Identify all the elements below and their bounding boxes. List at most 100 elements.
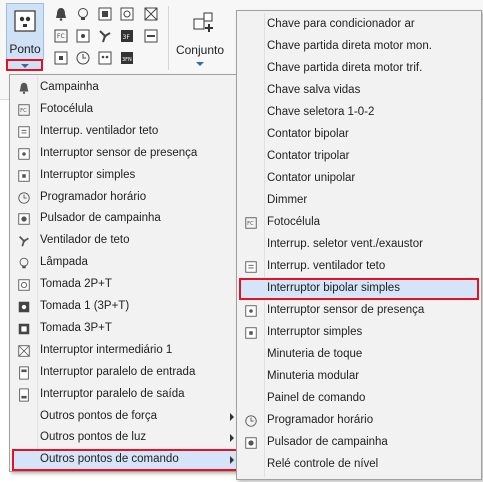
- bell-icon[interactable]: [52, 5, 70, 23]
- menu-item-interruptor-intermediario-1[interactable]: Interruptor intermediário 1: [12, 340, 240, 362]
- switch-icon[interactable]: [96, 5, 114, 23]
- push-button-icon: [243, 435, 259, 451]
- menu-item-chave-salva-vidas[interactable]: Chave salva vidas: [239, 80, 479, 102]
- menu-item-label: Pulsador de campainha: [40, 212, 161, 225]
- conjunto-button[interactable]: Conjunto: [174, 3, 226, 73]
- outlet-3pt-icon[interactable]: 3FN: [118, 49, 136, 67]
- menu-item-label: Dimmer: [267, 194, 308, 206]
- menu-item-label: Interruptor paralelo de entrada: [40, 365, 196, 378]
- parallel-switch-in-icon: [16, 365, 32, 381]
- menu-item-interrup-seletor-vent-exaustor[interactable]: Interrup. seletor vent./exaustor: [239, 234, 479, 256]
- menu-item-label: Interruptor paralelo de saída: [40, 387, 185, 400]
- menu-item-interruptor-bipolar-simples[interactable]: Interruptor bipolar simples: [239, 278, 479, 300]
- submenu-arrow-icon: [230, 456, 234, 465]
- menu-item-label: Outros pontos de força: [40, 409, 157, 422]
- menu-item-label: Minuteria de toque: [267, 348, 363, 360]
- menu-item-fotocelula[interactable]: FC Fotocélula: [12, 99, 240, 121]
- ceiling-fan-icon[interactable]: [96, 27, 114, 45]
- svg-text:FC: FC: [247, 221, 254, 227]
- menu-item-pulsador-de-campainha[interactable]: Pulsador de campainha: [12, 208, 240, 230]
- parallel-switch-out-icon: [16, 387, 32, 403]
- conjunto-label: Conjunto: [175, 43, 225, 57]
- menu-item-label: Interruptor bipolar simples: [267, 282, 400, 294]
- ponto-dropdown-button[interactable]: [6, 59, 43, 71]
- menu-item-chave-seletora-1-0-2[interactable]: Chave seletora 1-0-2: [239, 102, 479, 124]
- menu-item-label: Contator tripolar: [267, 150, 350, 162]
- menu-item-chave-partida-direta-motor-trif[interactable]: Chave partida direta motor trif.: [239, 58, 479, 80]
- menu-item-outros-pontos-de-comando[interactable]: Outros pontos de comando: [12, 449, 240, 472]
- switch-icon: [16, 168, 32, 184]
- ceiling-fan-icon: [16, 233, 32, 249]
- menu-item-contator-unipolar[interactable]: Contator unipolar: [239, 168, 479, 190]
- lamp-icon[interactable]: [74, 5, 92, 23]
- menu-item-label: Contator unipolar: [267, 172, 356, 184]
- menu-item-interruptor-simples[interactable]: Interruptor simples: [239, 322, 479, 344]
- menu-item-painel-de-comando[interactable]: Painel de comando: [239, 388, 479, 410]
- menu-item-rele-controle-de-nivel[interactable]: Relé controle de nível: [239, 454, 479, 476]
- menu-item-label: Interruptor sensor de presença: [40, 146, 198, 159]
- menu-item-chave-para-condicionador-ar[interactable]: Chave para condicionador ar: [239, 14, 479, 36]
- menu-item-label: Interrup. ventilador teto: [40, 124, 159, 137]
- menu-item-lampada[interactable]: Lâmpada: [12, 252, 240, 274]
- menu-item-campainha[interactable]: Campainha: [12, 77, 240, 99]
- photocell-icon[interactable]: FC: [52, 27, 70, 45]
- menu-item-interruptor-sensor-de-presenca[interactable]: Interruptor sensor de presença: [12, 143, 240, 165]
- comando-submenu: Chave para condicionador ar Chave partida…: [236, 10, 482, 480]
- svg-text:3FN: 3FN: [122, 57, 132, 63]
- menu-item-interruptor-paralelo-de-saida[interactable]: Interruptor paralelo de saída: [12, 384, 240, 406]
- timer-icon: [243, 413, 259, 429]
- menu-item-minuteria-modular[interactable]: Minuteria modular: [239, 366, 479, 388]
- menu-item-outros-pontos-de-luz[interactable]: Outros pontos de luz: [12, 427, 240, 449]
- menu-item-label: Relé controle de nível: [267, 458, 379, 470]
- menu-item-contator-tripolar[interactable]: Contator tripolar: [239, 146, 479, 168]
- parallel-switch-in-icon[interactable]: [142, 27, 160, 45]
- menu-item-tomada-2p-t[interactable]: Tomada 2P+T: [12, 274, 240, 296]
- outlet-icon[interactable]: [118, 5, 136, 23]
- menu-item-label: Campainha: [40, 81, 99, 93]
- menu-item-label: Tomada 1 (3P+T): [40, 300, 130, 312]
- menu-item-programador-horario[interactable]: Programador horário: [239, 410, 479, 432]
- outlet-icon[interactable]: [96, 49, 114, 67]
- menu-item-label: Minuteria modular: [267, 370, 360, 382]
- menu-item-label: Outros pontos de comando: [40, 453, 179, 466]
- timer-icon[interactable]: [74, 49, 92, 67]
- menu-item-interruptor-paralelo-de-entrada[interactable]: Interruptor paralelo de entrada: [12, 362, 240, 384]
- menu-item-tomada-3p-t[interactable]: Tomada 3P+T: [12, 318, 240, 340]
- menu-item-label: Interruptor sensor de presença: [267, 304, 425, 316]
- bell-icon: [16, 80, 32, 96]
- menu-item-label: Tomada 2P+T: [40, 278, 112, 291]
- menu-item-label: Chave seletora 1-0-2: [267, 106, 375, 118]
- menu-item-chave-partida-direta-motor-mon[interactable]: Chave partida direta motor mon.: [239, 36, 479, 58]
- menu-item-label: Programador horário: [40, 190, 147, 203]
- outlet-3p-icon[interactable]: 3F: [118, 27, 136, 45]
- svg-text:3F: 3F: [123, 34, 131, 41]
- photocell-icon: FC: [16, 102, 32, 118]
- menu-item-dimmer[interactable]: Dimmer: [239, 190, 479, 212]
- menu-item-ventilador-de-teto[interactable]: Ventilador de teto: [12, 230, 240, 252]
- menu-item-label: Interrup. seletor vent./exaustor: [267, 238, 423, 250]
- menu-item-interrup-ventilador-teto[interactable]: Interrup. ventilador teto: [12, 121, 240, 143]
- submenu-arrow-icon: [230, 412, 234, 421]
- intermediate-switch-icon[interactable]: [142, 5, 160, 23]
- menu-item-minuteria-de-toque[interactable]: Minuteria de toque: [239, 344, 479, 366]
- menu-item-label: Chave partida direta motor trif.: [267, 62, 423, 74]
- menu-item-outros-pontos-de-forca[interactable]: Outros pontos de força: [12, 406, 240, 428]
- menu-item-fotocelula[interactable]: FC Fotocélula: [239, 212, 479, 234]
- menu-item-pulsador-de-campainha[interactable]: Pulsador de campainha: [239, 432, 479, 454]
- menu-item-programador-horario[interactable]: Programador horário: [12, 187, 240, 209]
- menu-item-interrup-ventilador-teto[interactable]: Interrup. ventilador teto: [239, 256, 479, 278]
- menu-item-interruptor-simples[interactable]: Interruptor simples: [12, 165, 240, 187]
- photocell-icon: FC: [243, 215, 259, 231]
- menu-item-label: Chave para condicionador ar: [267, 18, 415, 30]
- intermediate-switch-icon: [16, 343, 32, 359]
- menu-item-contator-bipolar[interactable]: Contator bipolar: [239, 124, 479, 146]
- ponto-button[interactable]: Ponto: [6, 3, 44, 60]
- presence-sensor-icon[interactable]: [74, 27, 92, 45]
- presence-sensor-icon: [243, 303, 259, 319]
- menu-item-interruptor-sensor-de-presenca[interactable]: Interruptor sensor de presença: [239, 300, 479, 322]
- switch-icon[interactable]: [52, 49, 70, 67]
- fan-switch-icon: [243, 259, 259, 275]
- conjunto-dropdown-caret[interactable]: [196, 62, 204, 66]
- menu-item-tomada-1-3p-t[interactable]: Tomada 1 (3P+T): [12, 296, 240, 318]
- menu-item-label: Interruptor intermediário 1: [40, 343, 173, 356]
